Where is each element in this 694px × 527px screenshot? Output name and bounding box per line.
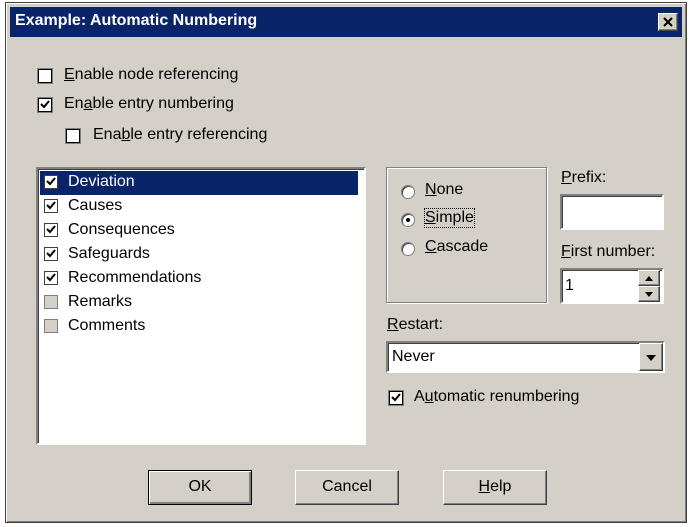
close-icon — [663, 17, 673, 27]
list-item-checkbox[interactable] — [44, 271, 58, 285]
radio-cascade-label[interactable]: Cascade — [425, 238, 488, 256]
checkmark-icon — [46, 177, 56, 186]
list-item-checkbox[interactable] — [44, 175, 58, 189]
enable-entry-numbering-label[interactable]: Enable entry numbering — [64, 95, 234, 113]
numbering-style-group: None Simple Cascade — [386, 167, 547, 303]
list-item-label: Remarks — [68, 293, 133, 310]
list-item-checkbox[interactable] — [44, 319, 58, 333]
list-item-remarks[interactable]: Remarks — [40, 291, 358, 315]
list-item-causes[interactable]: Causes — [40, 195, 358, 219]
checkmark-icon — [46, 225, 56, 234]
first-number-label: First number: — [561, 243, 656, 260]
cancel-button-label: Cancel — [322, 478, 372, 495]
restart-value: Never — [392, 348, 435, 365]
spin-up-button[interactable] — [638, 270, 660, 286]
list-item-label: Comments — [68, 317, 146, 334]
list-item-label: Recommendations — [68, 269, 202, 286]
first-number-value[interactable]: 1 — [565, 277, 574, 295]
automatic-renumbering-checkbox[interactable] — [389, 391, 403, 405]
list-item-checkbox[interactable] — [44, 199, 58, 213]
list-item-checkbox[interactable] — [44, 247, 58, 261]
help-button-label: Help — [478, 478, 512, 495]
help-button[interactable]: Help — [443, 470, 547, 505]
restart-select[interactable]: Never — [386, 341, 665, 373]
chevron-down-icon — [646, 355, 656, 361]
list-item-label: Deviation — [68, 173, 135, 190]
radio-simple[interactable] — [401, 213, 415, 227]
checkmark-icon — [46, 249, 56, 258]
dialog-window: Example: Automatic Numbering Enable node… — [5, 2, 687, 523]
first-number-stepper[interactable]: 1 — [560, 268, 664, 304]
spin-up-icon — [645, 276, 653, 281]
checkmark-icon — [391, 393, 401, 402]
list-item-label: Consequences — [68, 221, 175, 238]
title-bar[interactable]: Example: Automatic Numbering — [10, 7, 682, 37]
list-item-consequences[interactable]: Consequences — [40, 219, 358, 243]
radio-simple-label[interactable]: Simple — [424, 208, 475, 228]
list-item-comments[interactable]: Comments — [40, 315, 358, 339]
list-item-safeguards[interactable]: Safeguards — [40, 243, 358, 267]
list-item-label: Causes — [68, 197, 123, 214]
restart-label: Restart: — [387, 316, 444, 333]
spin-down-button[interactable] — [638, 286, 660, 302]
list-item-label: Safeguards — [68, 245, 150, 262]
close-button[interactable] — [658, 13, 678, 31]
checkmark-icon — [40, 100, 50, 109]
spin-down-icon — [645, 292, 653, 297]
enable-entry-referencing-checkbox[interactable] — [66, 129, 80, 143]
radio-none-label[interactable]: None — [425, 181, 463, 199]
ok-button-label: OK — [188, 478, 212, 495]
enable-node-referencing-label[interactable]: Enable node referencing — [64, 66, 238, 84]
enable-node-referencing-checkbox[interactable] — [38, 69, 52, 83]
window-title: Example: Automatic Numbering — [15, 12, 258, 29]
list-item-recommendations[interactable]: Recommendations — [40, 267, 358, 291]
enable-entry-numbering-checkbox[interactable] — [38, 98, 52, 112]
entry-type-list[interactable]: Deviation Causes Consequences Safeguards… — [36, 167, 366, 445]
checkmark-icon — [46, 201, 56, 210]
checkmark-icon — [46, 273, 56, 282]
list-item-deviation[interactable]: Deviation — [40, 171, 358, 195]
cancel-button[interactable]: Cancel — [295, 470, 399, 505]
ok-button[interactable]: OK — [148, 470, 252, 505]
list-item-checkbox[interactable] — [44, 223, 58, 237]
enable-entry-referencing-label[interactable]: Enable entry referencing — [93, 126, 267, 144]
prefix-label: Prefix: — [561, 169, 607, 186]
radio-selected-dot — [406, 218, 410, 222]
prefix-input[interactable] — [560, 194, 664, 230]
automatic-renumbering-label[interactable]: Automatic renumbering — [414, 388, 579, 406]
radio-cascade[interactable] — [401, 242, 415, 256]
list-item-checkbox[interactable] — [44, 295, 58, 309]
radio-none[interactable] — [401, 185, 415, 199]
restart-dropdown-button[interactable] — [639, 343, 663, 371]
